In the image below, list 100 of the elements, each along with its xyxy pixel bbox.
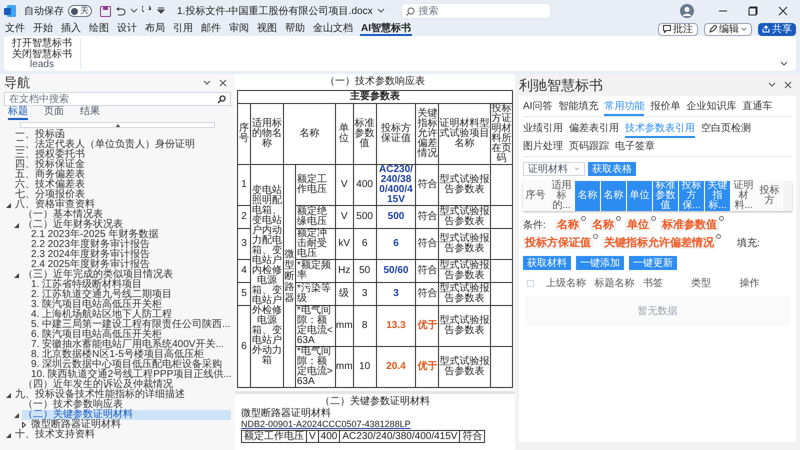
- nav-item[interactable]: （四）近年发生的诉讼及仲裁情况: [22, 380, 231, 390]
- table-cell: 型式试验报告参数表: [438, 282, 490, 306]
- column-chip[interactable]: 证明材料...: [731, 181, 757, 211]
- expand-toggle-icon[interactable]: [22, 422, 27, 428]
- chevron-icon[interactable]: [203, 80, 211, 86]
- ribbon-tab[interactable]: 邮件: [200, 22, 222, 36]
- ribbon-tab[interactable]: 设计: [116, 22, 138, 36]
- nav-item[interactable]: 五、商务偏差表: [14, 170, 231, 180]
- expand-toggle-icon[interactable]: [14, 272, 19, 278]
- ribbon-tab[interactable]: 引用: [172, 22, 194, 36]
- caret-icon[interactable]: [376, 8, 385, 14]
- nav-item[interactable]: 微型断路器证明材料: [30, 420, 231, 430]
- editing-dropdown[interactable]: 编辑: [704, 22, 752, 36]
- nav-item[interactable]: 4. 上海机场航站区地下人防工程: [30, 310, 231, 320]
- search-field[interactable]: 搜索: [400, 3, 551, 19]
- nav-item[interactable]: 四、投标保证金: [14, 160, 231, 170]
- nav-item[interactable]: 3. 陕汽项目电站高低压开关柜: [30, 300, 231, 310]
- panel-tab[interactable]: 页码跟踪: [569, 140, 609, 156]
- nav-item[interactable]: （一）基本情况表: [22, 210, 231, 220]
- nav-item[interactable]: 2.3 2024年度财务审计报告: [30, 250, 231, 260]
- undo-icon[interactable]: [115, 6, 126, 16]
- remove-tag-icon[interactable]: [716, 234, 721, 239]
- nav-item[interactable]: 9. 深圳云数据中心项目低压配电柜设备采购: [30, 360, 231, 370]
- close-icon[interactable]: [784, 81, 792, 89]
- comment-button[interactable]: 批注: [658, 22, 698, 36]
- panel-tab[interactable]: 报价单: [650, 100, 680, 116]
- close-icon[interactable]: [219, 79, 227, 87]
- nav-item[interactable]: 5. 中建三局第一建设工程有限责任公司陕西...: [30, 320, 232, 330]
- avatar-icon[interactable]: [680, 4, 694, 18]
- chevron-icon[interactable]: [768, 82, 776, 88]
- close-icon[interactable]: [778, 6, 788, 16]
- remove-tag-icon[interactable]: [616, 216, 621, 221]
- expand-toggle-icon[interactable]: [14, 222, 19, 228]
- panel-tab[interactable]: 电子签章: [615, 140, 655, 156]
- nav-item[interactable]: 10. 陕西轨道交通2号线工程PPP项目正线供...: [30, 370, 233, 380]
- panel-tab[interactable]: 业绩引用: [523, 122, 563, 138]
- remove-tag-icon[interactable]: [580, 216, 586, 221]
- ribbon-tab[interactable]: 插入: [60, 22, 82, 36]
- nav-item[interactable]: 九、投标设备技术性能指标的详细描述: [14, 390, 231, 400]
- collapse-ribbon-icon[interactable]: [780, 61, 788, 67]
- nav-item[interactable]: 2.1 2023年-2025 年财务数据: [30, 230, 231, 240]
- remove-tag-icon[interactable]: [718, 216, 724, 221]
- panel-tab[interactable]: 智能填充: [558, 100, 598, 116]
- panel-tab[interactable]: 偏差表引用: [569, 122, 619, 138]
- search-field[interactable]: 在文档中搜索: [4, 92, 231, 106]
- panel-tab[interactable]: 技术参数表引用: [625, 122, 695, 138]
- ribbon-command[interactable]: 关闭智慧标书: [12, 49, 72, 60]
- column-chip[interactable]: 适用标的...: [549, 181, 575, 211]
- ribbon-tab[interactable]: 帮助: [284, 22, 306, 36]
- ribbon-tab[interactable]: 绘图: [88, 22, 110, 36]
- customize-icon[interactable]: [157, 7, 165, 15]
- ribbon-tab[interactable]: 视图: [256, 22, 278, 36]
- pane-tab[interactable]: 标题: [8, 107, 28, 120]
- pane-tab[interactable]: 页面: [44, 107, 64, 120]
- panel-tab[interactable]: AI问答: [523, 100, 552, 116]
- ribbon-tab[interactable]: 金山文档: [312, 22, 354, 36]
- ribbon-tab[interactable]: 布局: [144, 22, 166, 36]
- ribbon-command[interactable]: 打开智慧标书: [12, 38, 72, 49]
- nav-item[interactable]: 七、分项报价表: [14, 190, 231, 200]
- save-icon[interactable]: [100, 6, 111, 16]
- source-dropdown[interactable]: 证明材料: [523, 162, 585, 176]
- expand-toggle-icon[interactable]: [14, 412, 19, 418]
- nav-item[interactable]: 6. 陕汽项目电站高低压开关柜: [30, 330, 231, 340]
- expand-toggle-icon[interactable]: [6, 202, 11, 208]
- nav-item[interactable]: 一、投标函: [14, 130, 231, 140]
- column-chip[interactable]: 投标方: [757, 181, 783, 211]
- caret-icon[interactable]: [130, 8, 138, 14]
- ribbon-tab[interactable]: 文件: [4, 22, 26, 36]
- panel-tab[interactable]: 常用功能: [604, 100, 644, 116]
- panel-tab[interactable]: 直通车: [742, 100, 772, 116]
- expand-toggle-icon[interactable]: [6, 392, 11, 398]
- nav-item[interactable]: 二、法定代表人（单位负责人）身份证明: [14, 140, 231, 150]
- autosave-toggle[interactable]: 关: [68, 5, 92, 17]
- nav-item[interactable]: 十、技术支持资料: [14, 430, 231, 440]
- pane-tab[interactable]: 结果: [80, 107, 100, 120]
- nav-item[interactable]: 7. 安徽抽水蓄能电站厂用电系统400V开关...: [30, 340, 231, 350]
- expand-toggle-icon[interactable]: [6, 432, 11, 438]
- nav-item[interactable]: 1. 江苏省特级断材料项目: [30, 280, 231, 290]
- panel-tab[interactable]: 企业知识库: [686, 100, 736, 116]
- share-button[interactable]: 共享: [758, 22, 796, 36]
- nav-item[interactable]: （一）技术参数响应表: [22, 400, 231, 410]
- nav-item[interactable]: 三、授权委托书: [14, 150, 231, 160]
- ribbon-tab[interactable]: 审阅: [228, 22, 250, 36]
- nav-item[interactable]: 八、资格审查资料: [14, 200, 231, 210]
- ribbon-tab[interactable]: 开始: [32, 22, 54, 36]
- column-chip[interactable]: 序号: [523, 181, 549, 211]
- nav-item[interactable]: 8. 北京数据楼N区1-5号楼项目高低压柜: [30, 350, 231, 360]
- nav-item[interactable]: 2.4 2025年度财务审计报告: [30, 260, 231, 270]
- nav-item[interactable]: （三）近年完成的类似项目情况表: [22, 270, 231, 280]
- nav-item[interactable]: 2.2 2023年度财务审计报告: [30, 240, 231, 250]
- nav-item[interactable]: 六、技术偏差表: [14, 180, 231, 190]
- restore-icon[interactable]: [748, 6, 758, 16]
- nav-item[interactable]: 2. 江苏轨道交通九号线二期项目: [30, 290, 231, 300]
- remove-tag-icon[interactable]: [650, 216, 656, 221]
- checkbox[interactable]: [527, 280, 534, 286]
- remove-tag-icon[interactable]: [593, 234, 598, 239]
- nav-item[interactable]: （二）近年财务状况表: [22, 220, 231, 230]
- nav-item[interactable]: （二）关键参数证明材料: [22, 410, 231, 420]
- panel-tab[interactable]: 图片处理: [523, 140, 563, 156]
- panel-tab[interactable]: 空白页检测: [701, 122, 751, 138]
